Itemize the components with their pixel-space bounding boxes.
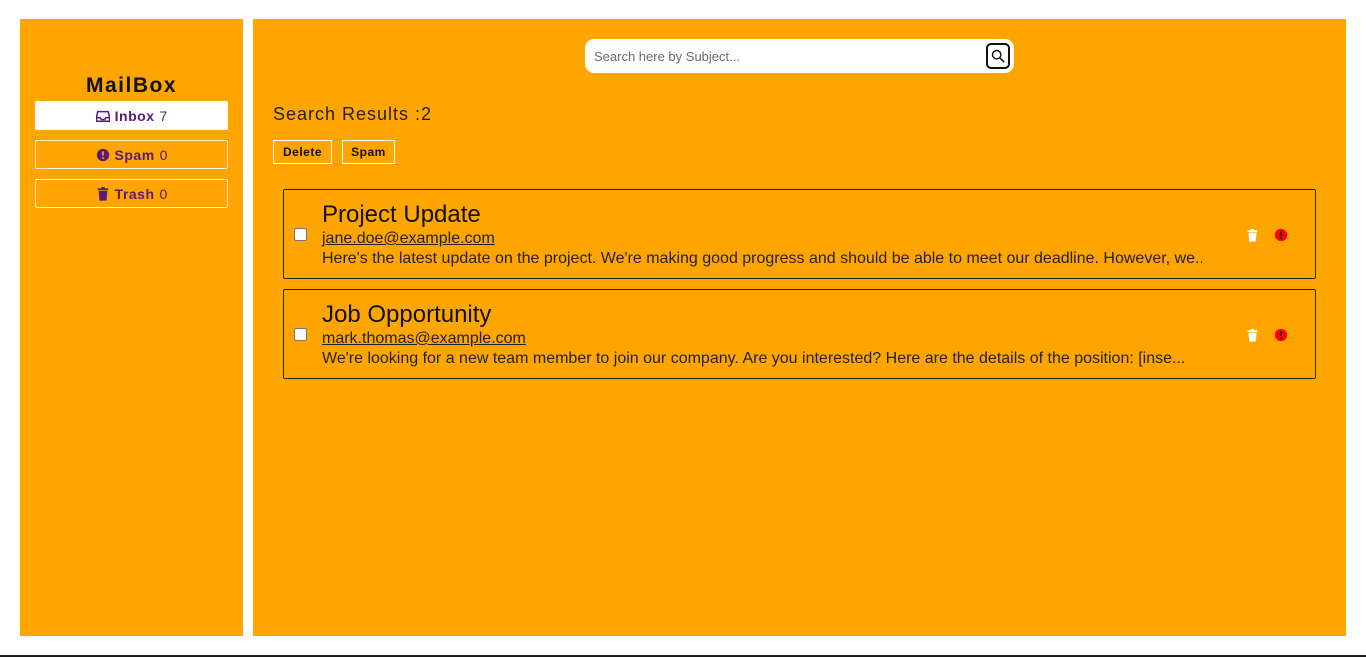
exclamation-circle-icon[interactable]: [1273, 227, 1288, 242]
email-sender-link[interactable]: jane.doe@example.com: [322, 230, 495, 248]
search-results-title: Search Results :2: [273, 104, 433, 124]
exclamation-circle-icon[interactable]: [1273, 327, 1288, 342]
sidebar-item-trash[interactable]: Trash 0: [35, 179, 228, 208]
sidebar-item-label: Trash: [114, 185, 155, 202]
exclamation-circle-icon: [96, 148, 110, 162]
brand-title: MailBox: [85, 74, 177, 97]
spam-button[interactable]: Spam: [342, 140, 395, 164]
email-checkbox[interactable]: [294, 328, 307, 341]
email-sender-link[interactable]: mark.thomas@example.com: [322, 330, 526, 348]
email-item[interactable]: Job Opportunity mark.thomas@example.com …: [283, 289, 1316, 379]
sidebar-item-count: 7: [159, 107, 168, 124]
trash-icon: [96, 186, 110, 201]
sidebar-item-label: Inbox: [114, 107, 155, 124]
trash-icon[interactable]: [1245, 227, 1259, 243]
search-bar: [585, 39, 1014, 73]
email-checkbox[interactable]: [294, 228, 307, 241]
sidebar: MailBox Inbox 7 Spam 0 Trash 0: [20, 19, 243, 636]
search-input[interactable]: [585, 39, 981, 73]
email-preview: Here's the latest update on the project.…: [322, 250, 1202, 267]
search-icon: [991, 49, 1005, 63]
email-item[interactable]: Project Update jane.doe@example.com Here…: [283, 189, 1316, 279]
search-button[interactable]: [986, 43, 1010, 69]
email-subject: Project Update: [322, 201, 481, 228]
inbox-icon: [95, 109, 110, 123]
delete-button[interactable]: Delete: [273, 140, 332, 164]
email-subject: Job Opportunity: [322, 301, 492, 328]
main-panel: Search Results :2 Delete Spam Project Up…: [253, 19, 1346, 636]
trash-icon[interactable]: [1245, 327, 1259, 343]
sidebar-item-count: 0: [159, 185, 168, 202]
sidebar-item-spam[interactable]: Spam 0: [35, 140, 228, 169]
email-preview: We're looking for a new team member to j…: [322, 350, 1186, 367]
sidebar-item-inbox[interactable]: Inbox 7: [35, 101, 228, 130]
sidebar-item-label: Spam: [114, 146, 155, 163]
mailbox-app: MailBox Inbox 7 Spam 0 Trash 0 Search he…: [0, 0, 1366, 657]
sidebar-item-count: 0: [159, 146, 168, 163]
